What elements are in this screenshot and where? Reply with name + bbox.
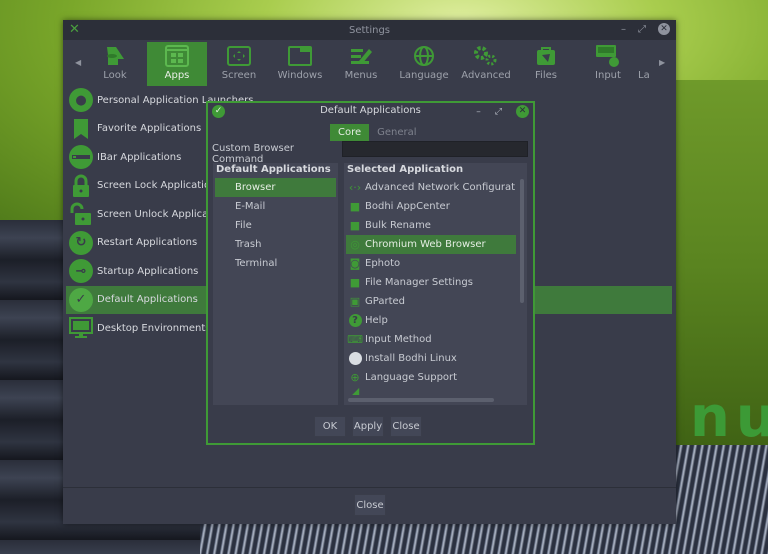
settings-titlebar[interactable]: ✕ Settings – ⤢ ✕ — [63, 20, 676, 40]
bag-icon: ■ — [349, 219, 361, 232]
list-item[interactable]: ◙ Ephoto — [346, 254, 516, 273]
unlock-icon — [68, 201, 94, 227]
toolbar-look[interactable]: Look — [85, 42, 145, 86]
windows-icon — [270, 44, 330, 68]
disk-icon: ▣ — [349, 295, 361, 308]
dialog-tabs: Core General — [330, 124, 425, 141]
list-item[interactable]: ‹·› Advanced Network Configuration — [346, 178, 516, 197]
gears-icon — [456, 44, 516, 68]
toolbar-files[interactable]: Files — [516, 42, 576, 86]
toolbar-more[interactable]: La — [638, 42, 658, 86]
close-window-button[interactable]: ✕ — [658, 23, 670, 35]
list-item[interactable]: ? Help — [346, 311, 516, 330]
settings-close-button[interactable]: Close — [354, 494, 386, 516]
network-icon: ‹·› — [348, 181, 362, 194]
globe-icon — [394, 44, 454, 68]
dialog-close-button[interactable]: Close — [390, 416, 422, 437]
dialog-maximize-button[interactable]: ⤢ — [495, 107, 502, 117]
tab-general[interactable]: General — [369, 124, 424, 141]
maximize-button[interactable]: ⤢ — [638, 24, 646, 35]
dialog-buttons: OK Apply Close — [314, 416, 422, 437]
list-item-selected[interactable]: ◎ Chromium Web Browser — [346, 235, 516, 254]
restart-icon: ↻ — [69, 230, 93, 255]
tab-core[interactable]: Core — [330, 124, 370, 141]
scroll-right-arrow-icon[interactable]: ▶ — [659, 58, 665, 67]
custom-browser-row: Custom Browser Command — [212, 141, 528, 165]
bag-icon: ■ — [349, 276, 361, 289]
list-item[interactable]: ⊕ Language Support — [346, 368, 516, 387]
monitor-icon — [68, 315, 94, 341]
settings-toolbar: ◀ Look Apps Screen Windows Menus Languag… — [63, 40, 676, 86]
ibar-icon — [69, 145, 93, 170]
appcenter-icon: ■ — [349, 200, 361, 213]
toolbar-input[interactable]: Input — [578, 42, 638, 86]
selected-application-header: Selected Application — [347, 164, 464, 175]
apps-icon — [147, 44, 207, 68]
settings-title: Settings — [348, 24, 390, 36]
list-item-trash[interactable]: Trash — [215, 235, 336, 254]
help-icon: ? — [348, 314, 362, 328]
custom-browser-input[interactable] — [342, 141, 528, 157]
globe-icon: ⊕ — [350, 371, 360, 384]
dialog-titlebar[interactable]: ✓ Default Applications – ⤢ ✕ — [208, 103, 533, 121]
default-applications-header: Default Applications — [216, 164, 331, 175]
key-icon: ⊸ — [69, 259, 93, 284]
wallpaper-logo-text: nu — [690, 385, 768, 450]
list-item-browser[interactable]: Browser — [215, 178, 336, 197]
apply-button[interactable]: Apply — [352, 416, 384, 437]
keyboard-mouse-icon — [578, 44, 638, 68]
dialog-minimize-button[interactable]: – — [476, 107, 481, 117]
horizontal-scrollbar[interactable] — [348, 398, 494, 402]
person-icon: ● — [69, 88, 93, 113]
list-item[interactable]: ■ File Manager Settings — [346, 273, 516, 292]
look-icon — [85, 44, 145, 68]
list-item[interactable]: ▣ GParted — [346, 292, 516, 311]
settings-footer: Close — [63, 487, 676, 524]
ok-button[interactable]: OK — [314, 416, 346, 437]
list-item-file[interactable]: File — [215, 216, 336, 235]
menus-icon — [331, 44, 391, 68]
selected-application-list: Selected Application ‹·› Advanced Network… — [344, 163, 527, 405]
toolbar-menus[interactable]: Menus — [331, 42, 391, 86]
list-item-partial[interactable]: ◢ — [346, 387, 516, 395]
cd-icon — [348, 352, 362, 366]
dialog-close-icon[interactable]: ✕ — [516, 105, 529, 118]
scroll-left-arrow-icon[interactable]: ◀ — [75, 58, 81, 67]
files-icon — [516, 44, 576, 68]
lock-icon — [68, 173, 94, 199]
list-item[interactable]: Install Bodhi Linux — [346, 349, 516, 368]
toolbar-language[interactable]: Language — [394, 42, 454, 86]
camera-icon: ◙ — [349, 257, 361, 270]
screen-icon — [209, 44, 269, 68]
default-applications-dialog: ✓ Default Applications – ⤢ ✕ Core Genera… — [206, 101, 535, 445]
toolbar-apps[interactable]: Apps — [147, 42, 207, 86]
list-item[interactable]: ■ Bodhi AppCenter — [346, 197, 516, 216]
check-icon: ✓ — [69, 287, 93, 312]
toolbar-screen[interactable]: Screen — [209, 42, 269, 86]
list-item-email[interactable]: E-Mail — [215, 197, 336, 216]
keyboard-icon: ⌨ — [347, 333, 363, 346]
list-item-terminal[interactable]: Terminal — [215, 254, 336, 273]
chromium-icon: ◎ — [350, 238, 360, 251]
list-item[interactable]: ■ Bulk Rename — [346, 216, 516, 235]
custom-browser-label: Custom Browser Command — [212, 143, 295, 165]
vertical-scrollbar[interactable] — [520, 179, 524, 303]
signal-icon: ◢ — [350, 387, 360, 395]
minimize-button[interactable]: – — [621, 24, 626, 35]
default-applications-list: Default Applications Browser E-Mail File… — [213, 163, 338, 405]
toolbar-advanced[interactable]: Advanced — [456, 42, 516, 86]
toolbar-windows[interactable]: Windows — [270, 42, 330, 86]
list-item[interactable]: ⌨ Input Method — [346, 330, 516, 349]
bookmark-icon — [68, 116, 94, 142]
